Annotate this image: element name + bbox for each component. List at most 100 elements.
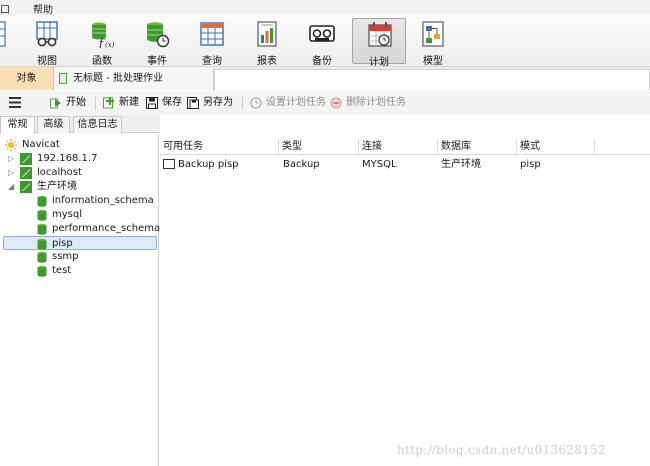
tab-objects[interactable]: 对象 xyxy=(0,67,54,90)
ribbon-view-label: 视图 xyxy=(37,56,57,67)
save-button[interactable]: 保存 xyxy=(146,96,186,110)
tree-node-root[interactable]: Navicat xyxy=(0,138,159,152)
save-as-button[interactable]: 另存为 xyxy=(187,96,237,110)
ribbon-query-label: 查询 xyxy=(202,56,222,67)
tree-node-database[interactable]: mysql xyxy=(0,208,159,222)
schedule-icon xyxy=(368,22,392,47)
delete-schedule-icon xyxy=(330,97,342,109)
cell-database: 生产环境 xyxy=(441,159,481,170)
left-panel-tabs: 常规 高级 信息日志 xyxy=(0,115,160,134)
mysql-connection-icon xyxy=(20,181,32,193)
save-as-icon xyxy=(187,97,199,109)
start-icon xyxy=(50,98,61,109)
watermark-text: http://blog.csdn.net/u013628152 xyxy=(397,443,606,457)
column-header-schema[interactable]: 模式 xyxy=(517,139,595,155)
function-icon: f (x) xyxy=(92,22,115,48)
new-icon xyxy=(103,97,114,109)
tree-node-connection[interactable]: ▷ localhost xyxy=(0,166,159,180)
event-icon xyxy=(147,22,170,48)
tree-connection-label: localhost xyxy=(37,167,82,178)
tree-database-label: mysql xyxy=(52,209,82,220)
view-icon xyxy=(36,21,58,47)
tab-info-log[interactable]: 信息日志 xyxy=(73,116,122,133)
tab-strip-empty xyxy=(214,69,650,90)
set-schedule-button[interactable]: 设置计划任务 xyxy=(250,96,326,110)
ribbon-backup-label: 备份 xyxy=(312,56,332,67)
ribbon-function-label: 函数 xyxy=(92,56,112,67)
cell-type: Backup xyxy=(283,159,320,170)
ribbon-backup-button[interactable]: 备份 xyxy=(299,18,345,67)
ribbon-toolbar: 视图 f (x) 函数 事件 查询 报表 备份 计划 模型 xyxy=(0,15,650,68)
database-icon xyxy=(37,238,47,250)
database-icon xyxy=(37,223,47,235)
new-button[interactable]: 新建 xyxy=(103,96,143,110)
menu-item-stub[interactable]: 口 xyxy=(0,1,10,16)
expand-arrow-icon[interactable]: ▷ xyxy=(8,152,16,166)
tree-node-connection[interactable]: ◢ 生产环境 xyxy=(0,180,159,194)
report-icon xyxy=(257,21,277,47)
database-icon xyxy=(37,251,47,263)
tree-node-database[interactable]: ssmp xyxy=(0,250,159,264)
ribbon-report-label: 报表 xyxy=(257,56,277,67)
action-separator xyxy=(242,96,243,110)
query-icon xyxy=(200,22,224,46)
tree-connection-label: 生产环境 xyxy=(37,181,77,192)
set-schedule-label: 设置计划任务 xyxy=(266,97,326,108)
tab-advanced[interactable]: 高级 xyxy=(37,116,70,133)
menu-item-help[interactable]: 帮助 xyxy=(33,1,53,16)
tab-batch-job[interactable]: 无标题 - 批处理作业 xyxy=(54,67,214,90)
tree-database-label: information_schema xyxy=(52,195,154,206)
cell-schema: pisp xyxy=(520,159,541,170)
menu-bar: 口 帮助 xyxy=(0,0,650,16)
database-icon xyxy=(37,209,47,221)
tree-node-connection[interactable]: ▷ 192.168.1.7 xyxy=(0,152,159,166)
hamburger-menu-icon[interactable] xyxy=(9,97,21,108)
model-icon xyxy=(422,21,444,47)
collapse-arrow-icon[interactable]: ◢ xyxy=(8,180,16,194)
tree-node-database[interactable]: information_schema xyxy=(0,194,159,208)
backup-task-icon xyxy=(163,159,175,169)
backup-icon xyxy=(309,25,335,42)
cell-connection: MYSQL xyxy=(362,159,397,170)
cell-task: Backup pisp xyxy=(163,157,279,172)
tree-node-database[interactable]: performance_schema xyxy=(0,222,161,236)
start-label: 开始 xyxy=(66,97,86,108)
tab-strip: 对象 无标题 - 批处理作业 xyxy=(0,67,650,90)
column-header-type[interactable]: 类型 xyxy=(279,139,359,155)
column-header-task[interactable]: 可用任务 xyxy=(160,139,279,155)
tree-node-database[interactable]: test xyxy=(0,264,159,278)
ribbon-schedule-button[interactable]: 计划 xyxy=(352,18,406,68)
tree-node-database-selected[interactable]: pisp xyxy=(3,236,157,250)
tree-database-label: performance_schema xyxy=(52,223,161,234)
start-button[interactable]: 开始 xyxy=(50,96,90,110)
ribbon-event-button[interactable]: 事件 xyxy=(134,18,180,67)
new-label: 新建 xyxy=(119,97,139,108)
ribbon-model-label: 模型 xyxy=(423,56,443,67)
database-icon xyxy=(37,195,47,207)
expand-arrow-icon[interactable]: ▷ xyxy=(8,166,16,180)
table-icon[interactable] xyxy=(0,21,6,47)
ribbon-event-label: 事件 xyxy=(147,56,167,67)
ribbon-view-button[interactable]: 视图 xyxy=(24,18,70,67)
tree-connection-label: 192.168.1.7 xyxy=(37,153,98,164)
ribbon-report-button[interactable]: 报表 xyxy=(244,18,290,67)
tree-root-label: Navicat xyxy=(22,139,60,150)
save-icon xyxy=(146,97,158,109)
tree-database-label: ssmp xyxy=(52,251,79,262)
ribbon-query-button[interactable]: 查询 xyxy=(189,18,235,67)
column-header-database[interactable]: 数据库 xyxy=(438,139,517,155)
task-list-panel: 可用任务 类型 连接 数据库 模式 Backup pisp Backup MYS… xyxy=(160,115,650,466)
column-header-connection[interactable]: 连接 xyxy=(359,139,438,155)
ribbon-model-button[interactable]: 模型 xyxy=(410,18,456,67)
mysql-connection-icon xyxy=(20,153,32,165)
action-separator xyxy=(95,96,96,110)
table-row[interactable]: Backup pisp Backup MYSQL 生产环境 pisp xyxy=(160,157,650,172)
tree-database-label: test xyxy=(52,265,72,276)
delete-schedule-button[interactable]: 删除计划任务 xyxy=(330,96,406,110)
action-bar: 开始 新建 保存 另存为 设置计划任务 删除计划任务 xyxy=(0,91,650,115)
save-as-label: 另存为 xyxy=(203,97,233,108)
ribbon-function-button[interactable]: f (x) 函数 xyxy=(79,18,125,67)
tab-general[interactable]: 常规 xyxy=(0,116,35,134)
clock-icon xyxy=(250,97,262,109)
tree-database-label: pisp xyxy=(52,238,73,249)
